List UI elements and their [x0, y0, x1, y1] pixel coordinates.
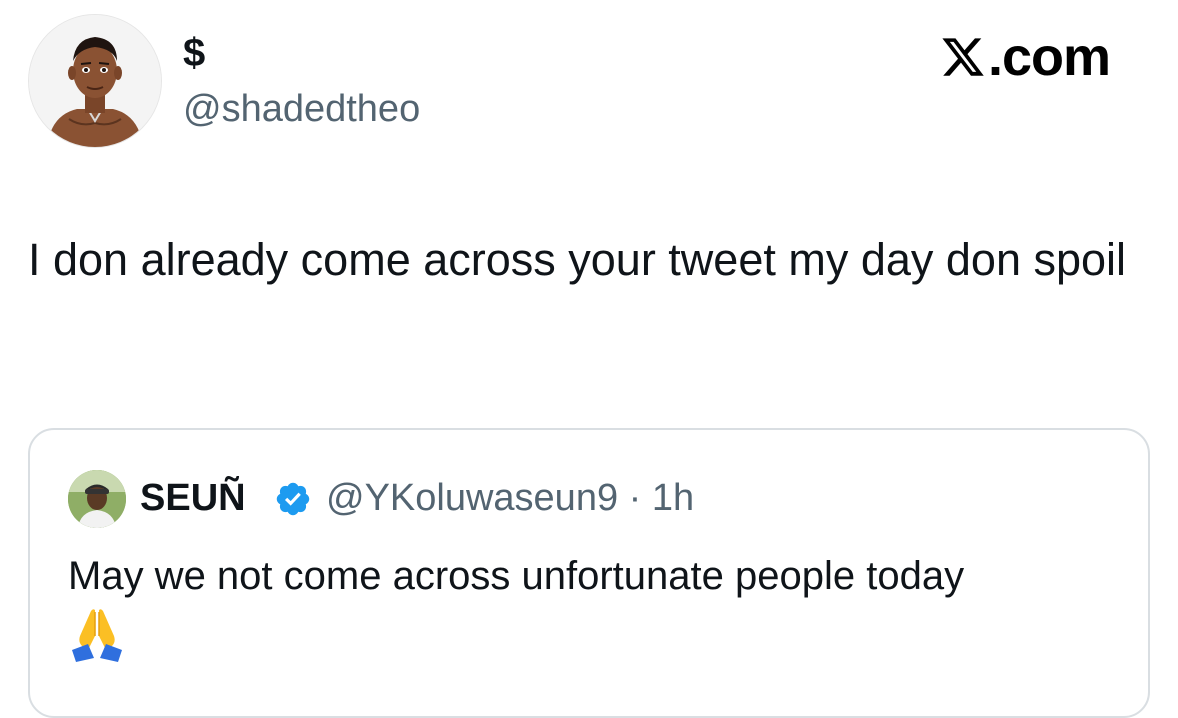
author-display-name[interactable]: $ [183, 30, 205, 76]
x-com-watermark: .com [940, 26, 1111, 88]
quoted-text-body: May we not come across unfortunate peopl… [68, 554, 965, 598]
cartoon-avatar-icon [29, 15, 161, 147]
x-logo-icon [942, 38, 984, 76]
quoted-display-name[interactable]: SEUÑ [140, 475, 246, 521]
author-avatar[interactable] [28, 14, 162, 148]
person-avatar-icon [68, 470, 126, 528]
separator-dot: · [618, 477, 652, 519]
verified-badge-icon [276, 482, 310, 516]
quoted-handle-and-time[interactable]: @YKoluwaseun9 · 1h [326, 475, 694, 521]
x-com-label: .com [988, 27, 1111, 87]
quoted-timestamp[interactable]: 1h [652, 477, 694, 519]
tweet-text: I don already come across your tweet my … [28, 234, 1127, 285]
quoted-tweet-card[interactable]: SEUÑ @YKoluwaseun9 · 1h May we not come … [28, 428, 1150, 718]
author-handle[interactable]: @shadedtheo [183, 86, 420, 132]
quoted-handle[interactable]: @YKoluwaseun9 [326, 477, 618, 519]
praying-hands-icon [72, 609, 122, 663]
quoted-tweet-text: May we not come across unfortunate peopl… [68, 548, 1128, 663]
quoted-author-avatar[interactable] [68, 470, 126, 528]
